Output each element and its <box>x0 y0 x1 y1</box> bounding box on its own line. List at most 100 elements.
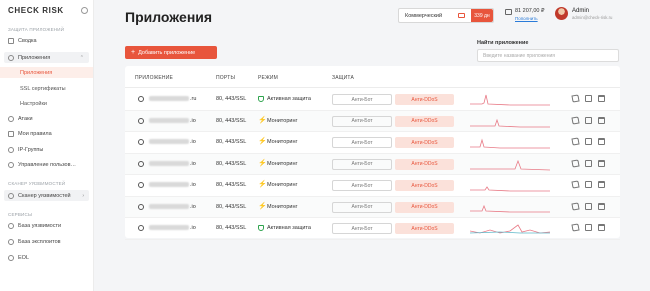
row-actions <box>571 180 605 189</box>
trash-icon[interactable] <box>598 116 605 124</box>
sidebar-item-settings[interactable]: Настройки <box>0 98 93 109</box>
sidebar-item-exploit-db[interactable]: База эксплоитов <box>0 236 93 247</box>
app-domain[interactable]: .io <box>149 204 196 210</box>
page-title: Приложения <box>125 9 213 25</box>
anti-ddos-label: Анти-DDoS <box>411 182 438 189</box>
column-mode: РЕЖИМ <box>258 75 279 81</box>
sidebar-item-attacks[interactable]: Атаки <box>0 113 93 124</box>
refresh-icon[interactable] <box>585 202 592 210</box>
table-row[interactable]: .io 80, 443/SSL ⚡ Мониторинг Анти-Бот Ан… <box>125 196 620 218</box>
sidebar: CHECK RISK ЗАЩИТА ПРИЛОЖЕНИЙ Сводка Прил… <box>0 0 94 291</box>
globe-icon <box>138 160 144 167</box>
anti-bot-label: Анти-Бот <box>351 182 373 189</box>
app-ports: 80, 443/SSL <box>216 160 247 167</box>
add-application-button[interactable]: + Добавить приложение <box>125 46 217 59</box>
refresh-icon[interactable] <box>585 95 592 102</box>
trash-icon[interactable] <box>598 95 605 102</box>
trash-icon[interactable] <box>598 159 605 167</box>
anti-bot-toggle[interactable]: Анти-Бот <box>332 223 392 234</box>
redacted-domain <box>149 117 189 123</box>
refresh-icon[interactable] <box>585 116 592 124</box>
sidebar-item-apps-list[interactable]: Приложения <box>0 67 93 78</box>
applications-table: ПРИЛОЖЕНИЕ ПОРТЫ РЕЖИМ ЗАЩИТА .ru 80, 44… <box>125 66 620 240</box>
days-left-badge: 339 дн <box>471 9 493 22</box>
traffic-sparkline <box>470 186 550 192</box>
app-mode: ⚡ Мониторинг <box>258 181 298 188</box>
app-domain[interactable]: .io <box>149 118 196 124</box>
location-icon <box>8 146 14 153</box>
search-input[interactable] <box>477 49 619 62</box>
anti-bot-toggle[interactable]: Анти-Бот <box>332 115 392 127</box>
anti-ddos-toggle[interactable]: Анти-DDoS <box>395 223 454 234</box>
sidebar-item-rules[interactable]: Мои правила <box>0 128 93 139</box>
sidebar-item-scanner[interactable]: Сканер уязвимостей › <box>4 190 89 201</box>
edit-icon[interactable] <box>571 158 580 168</box>
edit-icon[interactable] <box>571 201 580 211</box>
table-row[interactable]: .io 80, 443/SSL ⚡ Мониторинг Анти-Бот Ан… <box>125 132 620 154</box>
redacted-domain <box>149 225 189 231</box>
avatar[interactable] <box>555 7 568 20</box>
app-domain[interactable]: .io <box>149 182 196 188</box>
sidebar-item-eol[interactable]: EOL <box>0 252 93 263</box>
sparkline-red <box>470 204 550 212</box>
row-actions <box>571 201 605 211</box>
sidebar-item-ip-groups[interactable]: IP-Группы <box>0 144 93 155</box>
edit-icon[interactable] <box>571 137 580 146</box>
sidebar-item-apps[interactable]: Приложения ⌃ <box>4 52 89 63</box>
app-ports: 80, 443/SSL <box>216 117 247 124</box>
users-icon <box>8 161 14 168</box>
app-domain[interactable]: .ru <box>149 96 196 102</box>
plan-badge[interactable]: Коммерческий 339 дн <box>398 8 494 23</box>
rules-icon <box>8 130 14 137</box>
refresh-icon[interactable] <box>585 159 592 167</box>
table-row[interactable]: .io 80, 443/SSL ⚡ Мониторинг Анти-Бот Ан… <box>125 110 620 132</box>
refresh-icon[interactable] <box>585 138 592 145</box>
trash-icon[interactable] <box>598 224 605 231</box>
anti-ddos-toggle[interactable]: Анти-DDoS <box>395 94 454 105</box>
anti-ddos-toggle[interactable]: Анти-DDoS <box>395 201 454 213</box>
trash-icon[interactable] <box>598 202 605 210</box>
sidebar-item-ssl[interactable]: SSL сертификаты <box>0 83 93 94</box>
anti-bot-toggle[interactable]: Анти-Бот <box>332 201 392 213</box>
anti-ddos-toggle[interactable]: Анти-DDoS <box>395 137 454 148</box>
app-mode: ⚡ Мониторинг <box>258 116 298 124</box>
logo[interactable]: CHECK RISK <box>8 6 64 15</box>
trash-icon[interactable] <box>598 181 605 188</box>
anti-ddos-toggle[interactable]: Анти-DDoS <box>395 115 454 127</box>
table-row[interactable]: .io 80, 443/SSL Активная защита Анти-Бот… <box>125 218 620 240</box>
sidebar-item-user-management[interactable]: Управление пользов… <box>0 159 93 170</box>
database-icon <box>8 238 14 245</box>
topup-link[interactable]: Пополнить <box>515 16 545 21</box>
table-row[interactable]: .ru 80, 443/SSL Активная защита Анти-Бот… <box>125 89 620 111</box>
globe-icon <box>138 182 144 188</box>
app-ports: 80, 443/SSL <box>216 139 247 145</box>
trash-icon[interactable] <box>598 138 605 145</box>
sidebar-item-summary[interactable]: Сводка <box>0 35 93 46</box>
anti-bot-toggle[interactable]: Анти-Бот <box>332 137 392 148</box>
edit-icon[interactable] <box>571 180 580 189</box>
anti-bot-label: Анти-Бот <box>351 96 373 103</box>
table-row[interactable]: .io 80, 443/SSL ⚡ Мониторинг Анти-Бот Ан… <box>125 175 620 197</box>
traffic-sparkline <box>470 138 550 149</box>
app-domain[interactable]: .io <box>149 225 196 231</box>
anti-bot-toggle[interactable]: Анти-Бот <box>332 94 392 105</box>
table-row[interactable]: .io 80, 443/SSL ⚡ Мониторинг Анти-Бот Ан… <box>125 153 620 175</box>
dashboard-icon <box>8 37 14 44</box>
anti-ddos-toggle[interactable]: Анти-DDoS <box>395 180 454 191</box>
pulse-icon: ⚡ <box>258 159 267 167</box>
anti-ddos-toggle[interactable]: Анти-DDoS <box>395 158 454 170</box>
edit-icon[interactable] <box>571 94 580 103</box>
anti-bot-label: Анти-Бот <box>351 161 373 167</box>
user-menu[interactable]: Admin admin@check-risk.ru <box>555 7 612 20</box>
anti-ddos-label: Анти-DDoS <box>411 204 438 210</box>
collapse-sidebar-icon[interactable] <box>81 7 88 14</box>
sidebar-item-vuln-db[interactable]: База уязвимости <box>0 220 93 231</box>
refresh-icon[interactable] <box>585 181 592 188</box>
anti-bot-toggle[interactable]: Анти-Бот <box>332 158 392 170</box>
edit-icon[interactable] <box>571 115 580 125</box>
refresh-icon[interactable] <box>585 224 592 231</box>
edit-icon[interactable] <box>571 223 580 232</box>
app-domain[interactable]: .io <box>149 139 196 145</box>
app-domain[interactable]: .io <box>149 161 196 167</box>
anti-bot-toggle[interactable]: Анти-Бот <box>332 180 392 191</box>
